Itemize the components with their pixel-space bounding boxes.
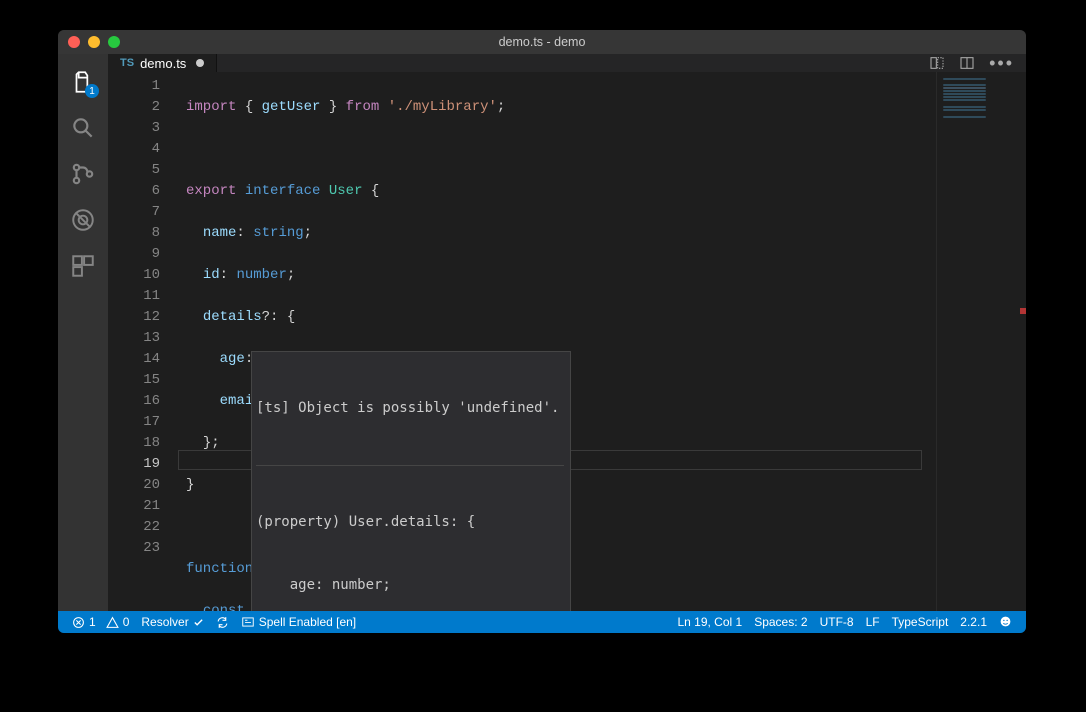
line-number: 10 [108,265,160,286]
status-version[interactable]: 2.2.1 [954,615,993,629]
status-warning-count: 0 [123,615,130,629]
more-actions-icon[interactable]: ••• [989,54,1014,72]
search-icon[interactable] [69,114,97,142]
hover-signature-line: (property) User.details: { [256,512,564,533]
line-number: 19 [108,454,160,475]
split-editor-icon[interactable] [959,55,975,71]
debug-icon[interactable] [69,206,97,234]
line-number: 5 [108,160,160,181]
editor-area: TS demo.ts ••• 1 2 [108,54,1026,611]
tab-dirty-indicator-icon [196,59,204,67]
status-error-count: 1 [89,615,96,629]
activity-bar: 1 [58,54,108,611]
line-number: 1 [108,76,160,97]
status-bar: 1 0 Resolver Spell Enabled [en] Ln 19, C… [58,611,1026,633]
hover-signature-line: age: number; [256,575,564,596]
line-number: 17 [108,412,160,433]
status-indentation[interactable]: Spaces: 2 [748,615,813,629]
minimap[interactable] [936,72,1026,611]
line-number: 3 [108,118,160,139]
line-number: 16 [108,391,160,412]
tab-demo-ts[interactable]: TS demo.ts [108,54,217,72]
tab-filename: demo.ts [140,56,186,71]
line-number: 9 [108,244,160,265]
hover-divider [256,465,564,466]
status-eol[interactable]: LF [860,615,886,629]
line-number: 8 [108,223,160,244]
tab-bar: TS demo.ts ••• [108,54,1026,72]
line-number: 4 [108,139,160,160]
line-number: 20 [108,475,160,496]
line-number: 23 [108,538,160,559]
status-encoding[interactable]: UTF-8 [814,615,860,629]
code-editor[interactable]: 1 2 3 4 5 6 7 8 9 10 11 12 13 14 15 16 1 [108,72,1026,611]
status-sync-icon[interactable] [210,611,235,633]
titlebar: demo.ts - demo [58,30,1026,54]
compare-changes-icon[interactable] [929,55,945,71]
line-number: 12 [108,307,160,328]
line-number: 13 [108,328,160,349]
window-title: demo.ts - demo [58,35,1026,49]
line-number: 21 [108,496,160,517]
main-area: 1 TS demo.ts [58,54,1026,611]
line-number: 6 [108,181,160,202]
line-number: 2 [108,97,160,118]
app-window: demo.ts - demo 1 T [58,30,1026,633]
code-content[interactable]: import { getUser } from './myLibrary'; e… [178,72,936,611]
line-number: 22 [108,517,160,538]
hover-error-message: [ts] Object is possibly 'undefined'. [256,398,564,419]
line-number: 14 [108,349,160,370]
source-control-icon[interactable] [69,160,97,188]
status-resolver[interactable]: Resolver [135,611,209,633]
explorer-icon[interactable]: 1 [69,68,97,96]
tab-actions: ••• [929,54,1026,72]
line-number: 7 [108,202,160,223]
line-number: 18 [108,433,160,454]
extensions-icon[interactable] [69,252,97,280]
status-problems[interactable]: 1 0 [66,611,135,633]
line-number-gutter: 1 2 3 4 5 6 7 8 9 10 11 12 13 14 15 16 1 [108,72,178,611]
status-feedback-icon[interactable] [993,615,1018,628]
line-number: 15 [108,370,160,391]
status-spell[interactable]: Spell Enabled [en] [235,611,362,633]
line-number: 11 [108,286,160,307]
tab-language-badge: TS [120,57,134,69]
explorer-badge: 1 [85,84,99,98]
status-cursor-position[interactable]: Ln 19, Col 1 [671,615,748,629]
status-language-mode[interactable]: TypeScript [886,615,955,629]
editor-hover-tooltip: [ts] Object is possibly 'undefined'. (pr… [251,351,571,611]
